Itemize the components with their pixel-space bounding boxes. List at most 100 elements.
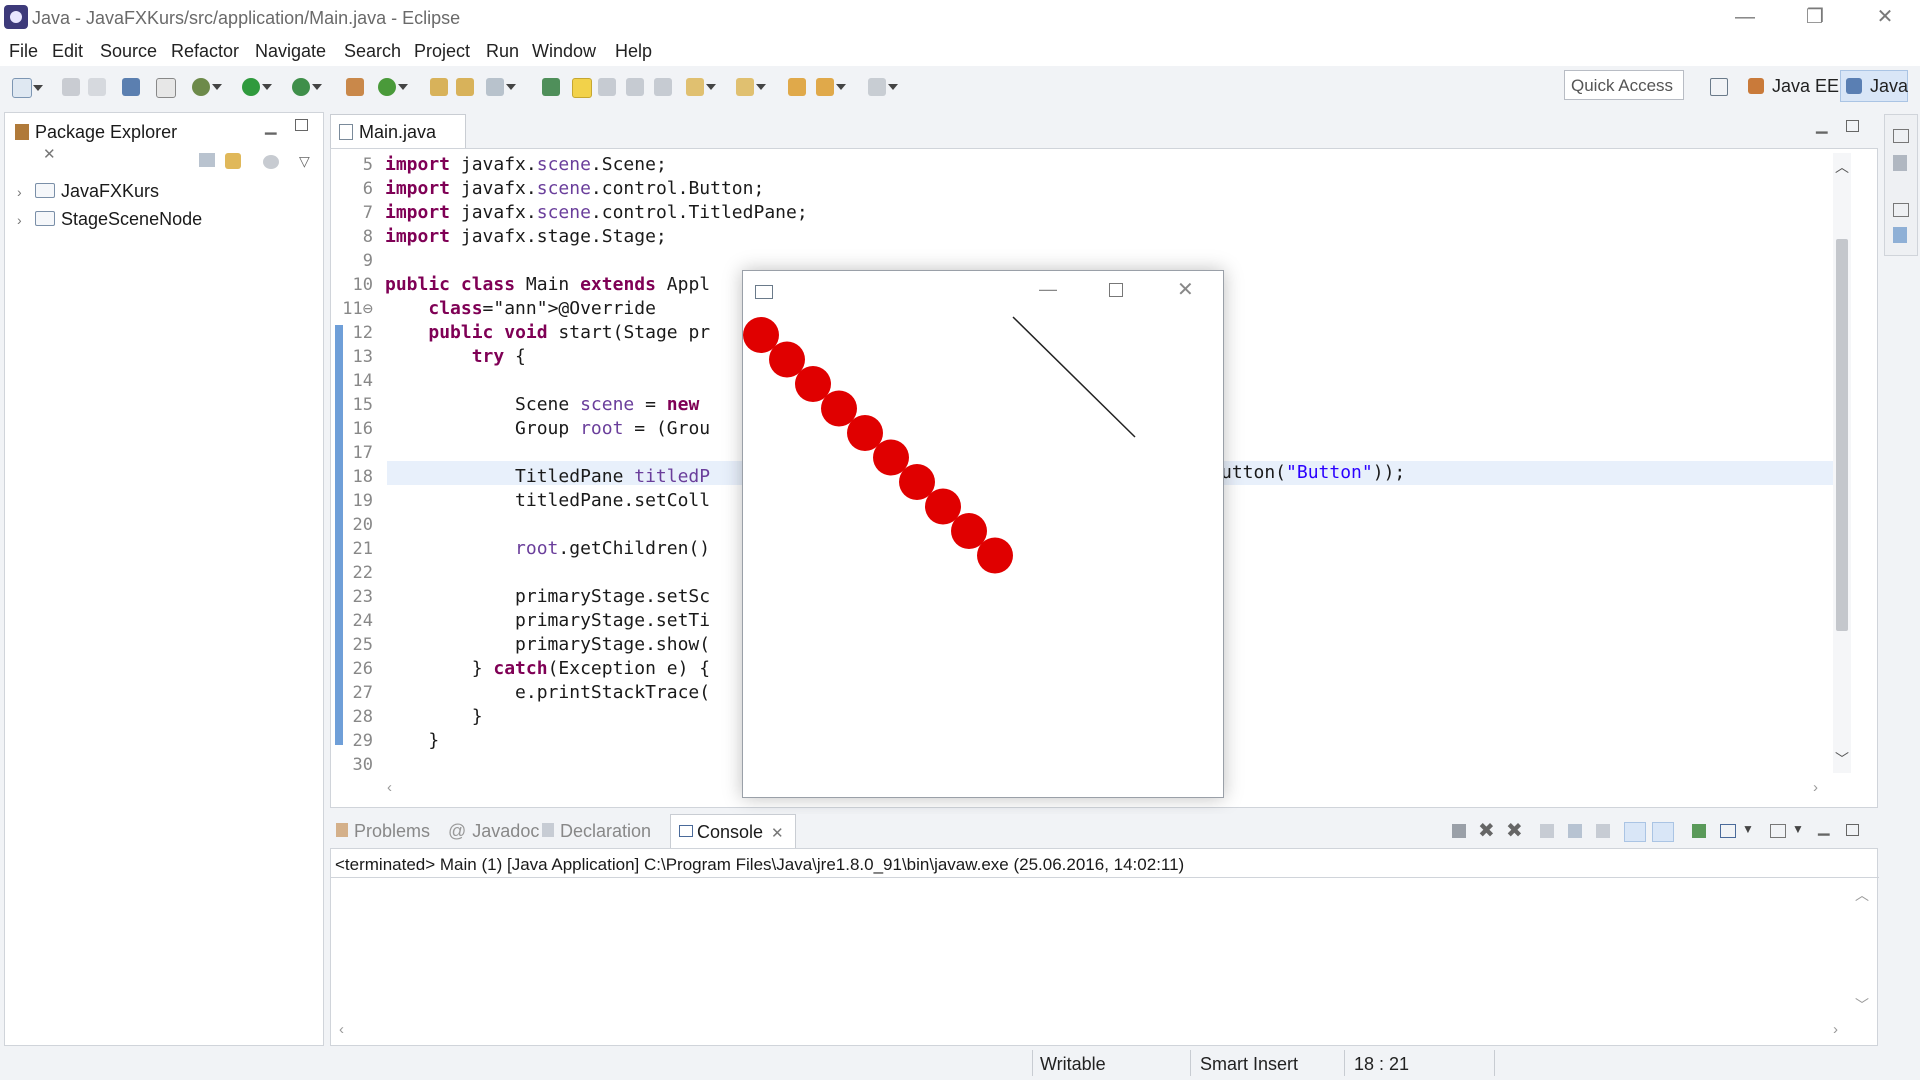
tab-javadoc[interactable]: @ Javadoc: [448, 821, 539, 842]
restore-icon[interactable]: [1893, 129, 1909, 143]
link-with-editor-icon[interactable]: [225, 153, 241, 169]
outline-icon[interactable]: [1893, 155, 1907, 171]
show-on-stderr-icon[interactable]: [1652, 822, 1674, 842]
scroll-up-icon[interactable]: ︿: [1835, 157, 1849, 177]
tab-problems[interactable]: Problems: [336, 821, 430, 842]
scroll-thumb[interactable]: [1836, 239, 1848, 631]
line-number: 28: [352, 707, 373, 727]
open-perspective-icon[interactable]: [1710, 78, 1728, 96]
javafx-app-window[interactable]: — ✕: [742, 270, 1224, 798]
tab-console[interactable]: Console ✕: [670, 814, 796, 848]
restore-icon[interactable]: [1893, 203, 1909, 217]
editor-tab-main-java[interactable]: Main.java✕: [330, 114, 466, 163]
expand-chevron-icon[interactable]: ›: [17, 184, 31, 200]
pin-console-icon[interactable]: [1692, 824, 1706, 838]
perspective-java[interactable]: Java: [1870, 76, 1908, 97]
maximize-button[interactable]: ❐: [1780, 0, 1850, 36]
back-arrow-icon[interactable]: [816, 78, 846, 96]
run-external-icon[interactable]: [292, 78, 322, 96]
task-list-icon[interactable]: [1893, 227, 1907, 243]
menu-help[interactable]: Help: [615, 41, 652, 62]
package-explorer-tab[interactable]: Package Explorer ✕: [7, 115, 203, 163]
java-perspective-icon: [1846, 78, 1862, 94]
new-java-package-icon[interactable]: [346, 78, 364, 96]
open-console-icon[interactable]: [1770, 824, 1786, 838]
perspective-java-ee[interactable]: Java EE: [1772, 76, 1839, 97]
close-tab-icon[interactable]: ✕: [771, 824, 784, 842]
menu-project[interactable]: Project: [414, 41, 470, 62]
toggle-breadcrumb-icon[interactable]: [542, 78, 560, 96]
console-view[interactable]: <terminated> Main (1) [Java Application]…: [330, 848, 1879, 1046]
scroll-right-icon[interactable]: ›: [1833, 1021, 1838, 1038]
word-wrap-console-icon[interactable]: [1596, 824, 1610, 838]
maximize-editor-icon[interactable]: [1846, 120, 1859, 132]
scroll-lock-icon[interactable]: [1568, 824, 1582, 838]
next-annotation-icon[interactable]: [686, 78, 716, 96]
terminate-icon[interactable]: [1452, 824, 1466, 838]
menu-file[interactable]: File: [9, 41, 38, 62]
clear-console-icon[interactable]: [1540, 824, 1554, 838]
minimize-editor-icon[interactable]: ▁: [1816, 116, 1828, 134]
menu-window[interactable]: Window: [532, 41, 596, 62]
save-icon[interactable]: [62, 78, 80, 96]
mark-occurrences-icon[interactable]: [572, 78, 592, 98]
code-line: public void start(Stage pr: [428, 322, 711, 343]
close-button[interactable]: ✕: [1850, 0, 1920, 36]
maximize-view-icon[interactable]: [1846, 824, 1859, 836]
save-all-icon[interactable]: [88, 78, 106, 96]
menu-navigate[interactable]: Navigate: [255, 41, 326, 62]
show-whitespace-icon[interactable]: [654, 78, 672, 96]
maximize-view-icon[interactable]: [295, 119, 308, 131]
minimize-view-icon[interactable]: ▁: [265, 117, 277, 135]
status-separator: [1344, 1050, 1345, 1076]
scroll-down-icon[interactable]: ﹀: [1835, 749, 1849, 769]
tree-item-stagescenenode[interactable]: › StageSceneNode: [17, 209, 202, 230]
scroll-left-icon[interactable]: ‹: [339, 1021, 344, 1038]
display-console-icon[interactable]: [1720, 824, 1736, 838]
new-icon[interactable]: [12, 78, 43, 98]
scroll-up-icon[interactable]: ︿: [1855, 885, 1869, 905]
new-java-class-icon[interactable]: [378, 78, 408, 96]
status-insert-mode[interactable]: Smart Insert: [1200, 1054, 1298, 1075]
remove-launch-icon[interactable]: ✖: [1478, 818, 1495, 843]
minimize-button[interactable]: —: [1710, 0, 1780, 36]
show-on-stdout-icon[interactable]: [1624, 822, 1646, 842]
search-icon[interactable]: [486, 78, 516, 96]
previous-annotation-icon[interactable]: [736, 78, 766, 96]
scroll-down-icon[interactable]: ﹀: [1855, 995, 1869, 1015]
menu-run[interactable]: Run: [486, 41, 519, 62]
view-menu-icon[interactable]: ▽: [299, 153, 310, 170]
last-edit-location-icon[interactable]: [788, 78, 806, 96]
menu-refactor[interactable]: Refactor: [171, 41, 239, 62]
debug-icon[interactable]: [192, 78, 222, 96]
menu-edit[interactable]: Edit: [52, 41, 83, 62]
tab-declaration[interactable]: Declaration: [542, 821, 651, 842]
block-selection-icon[interactable]: [626, 78, 644, 96]
word-wrap-icon[interactable]: [598, 78, 616, 96]
terminal-icon[interactable]: [122, 78, 140, 96]
skip-breakpoints-icon[interactable]: [156, 78, 176, 98]
remove-all-launches-icon[interactable]: ✖: [1506, 818, 1523, 843]
run-icon[interactable]: [242, 78, 272, 96]
tab-javadoc-label: Javadoc: [472, 821, 540, 841]
menu-source[interactable]: Source: [100, 41, 157, 62]
scroll-left-icon[interactable]: ‹: [387, 779, 392, 796]
dropdown-arrow-icon[interactable]: ▼: [1792, 822, 1804, 836]
menu-search[interactable]: Search: [344, 41, 401, 62]
status-cursor-position[interactable]: 18 : 21: [1354, 1054, 1409, 1075]
collapse-all-icon[interactable]: [199, 153, 215, 167]
close-tab-icon[interactable]: ✕: [43, 145, 56, 163]
quick-access-input[interactable]: Quick Access: [1564, 70, 1684, 100]
minimize-view-icon[interactable]: ▁: [1818, 818, 1830, 836]
focus-active-task-icon[interactable]: [263, 155, 279, 169]
open-resource-icon[interactable]: [456, 78, 474, 96]
editor-vertical-scrollbar[interactable]: ︿ ﹀: [1833, 153, 1851, 773]
console-divider: [331, 877, 1879, 878]
open-type-icon[interactable]: [430, 78, 448, 96]
expand-chevron-icon[interactable]: ›: [17, 212, 31, 228]
tree-item-javafxkurs[interactable]: › JavaFXKurs: [17, 181, 159, 202]
dropdown-arrow-icon[interactable]: ▼: [1742, 822, 1754, 836]
code-line: public class Main extends Appl: [385, 274, 711, 295]
forward-arrow-icon[interactable]: [868, 78, 898, 96]
scroll-right-icon[interactable]: ›: [1813, 779, 1818, 796]
